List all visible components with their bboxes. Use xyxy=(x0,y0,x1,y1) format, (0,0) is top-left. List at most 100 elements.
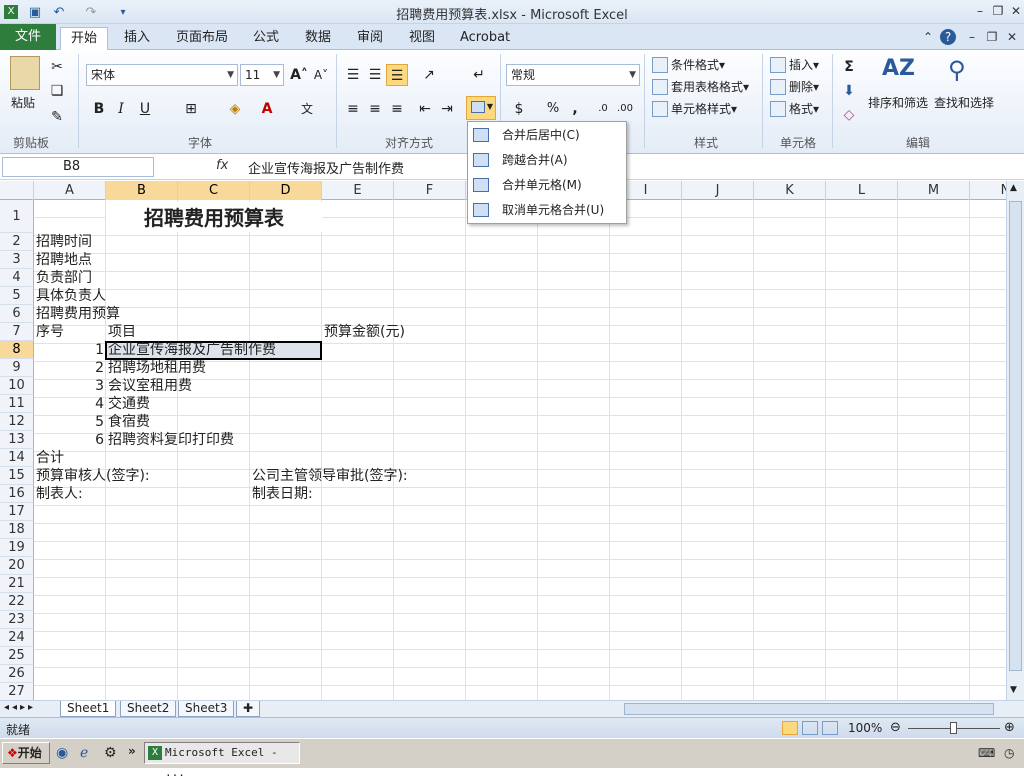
vertical-scrollbar[interactable]: ▲ ▼ xyxy=(1006,181,1024,700)
column-header-f[interactable]: F xyxy=(394,181,466,200)
conditional-format-button[interactable]: 条件格式 ▾ xyxy=(652,56,725,73)
row-header-5[interactable]: 5 xyxy=(0,287,34,305)
row-header-3[interactable]: 3 xyxy=(0,251,34,269)
item-name[interactable]: 交通费 xyxy=(108,395,150,413)
italic-button[interactable]: I xyxy=(110,98,132,120)
menu-merge-across[interactable]: 跨越合并(A) xyxy=(468,148,626,173)
bold-button[interactable]: B xyxy=(88,98,110,120)
find-select-button[interactable]: 查找和选择 xyxy=(934,94,994,111)
item-name[interactable]: 会议室租用费 xyxy=(108,377,192,395)
zoom-in-icon[interactable]: ⊕ xyxy=(1004,720,1015,735)
menu-merge-center[interactable]: 合并后居中(C) xyxy=(468,123,626,148)
column-header-e[interactable]: E xyxy=(322,181,394,200)
taskbar-excel-button[interactable]: X Microsoft Excel - ... xyxy=(144,742,300,779)
column-header-d[interactable]: D xyxy=(250,181,322,200)
tab-acrobat[interactable]: Acrobat xyxy=(450,27,520,50)
select-all-corner[interactable] xyxy=(0,181,34,200)
page-layout-icon[interactable] xyxy=(802,721,818,735)
column-header-c[interactable]: C xyxy=(178,181,250,200)
zoom-out-icon[interactable]: ⊖ xyxy=(890,720,901,735)
sort-filter-button[interactable]: 排序和筛选 xyxy=(868,94,928,111)
restore-icon[interactable]: ❐ xyxy=(990,3,1006,19)
normal-view-icon[interactable] xyxy=(782,721,798,735)
sheet-nav-icon[interactable]: ◂◂▸▸ xyxy=(4,702,36,713)
grow-font-icon[interactable]: A˄ xyxy=(288,64,310,86)
shrink-font-icon[interactable]: A˅ xyxy=(310,64,332,86)
row-header-8[interactable]: 8 xyxy=(0,341,34,359)
cell-styles-button[interactable]: 单元格样式 ▾ xyxy=(652,100,737,117)
ie-icon[interactable]: ℯ xyxy=(80,745,88,761)
delete-cells-button[interactable]: 删除 ▾ xyxy=(770,78,819,95)
cell-a7[interactable]: 序号 xyxy=(36,323,64,341)
row-header-7[interactable]: 7 xyxy=(0,323,34,341)
align-middle-icon[interactable]: ☰ xyxy=(364,64,386,86)
format-painter-icon[interactable]: ✎ xyxy=(46,106,68,128)
cell-a3[interactable]: 招聘地点 xyxy=(36,251,92,269)
copy-icon[interactable]: ❏ xyxy=(46,80,68,102)
quicklaunch-icon[interactable]: ◉ xyxy=(56,745,68,761)
borders-icon[interactable]: ⊞ xyxy=(180,98,202,120)
row-header-20[interactable]: 20 xyxy=(0,557,34,575)
cell-a5[interactable]: 具体负责人 xyxy=(36,287,106,305)
sheet-tab-3[interactable]: Sheet3 xyxy=(178,701,235,717)
orientation-icon[interactable]: ↗ xyxy=(418,64,440,86)
row-header-2[interactable]: 2 xyxy=(0,233,34,251)
tab-insert[interactable]: 插入 xyxy=(114,27,160,50)
tab-page-layout[interactable]: 页面布局 xyxy=(166,27,238,50)
cell-e7[interactable]: 预算金额(元) xyxy=(324,323,405,341)
cell-a15[interactable]: 预算审核人(签字): xyxy=(36,467,150,485)
zoom-level[interactable]: 100% xyxy=(848,721,882,735)
help-icon[interactable]: ? xyxy=(940,29,956,45)
clock-icon[interactable]: ◷ xyxy=(1004,746,1014,760)
sheet-tab-1[interactable]: Sheet1 xyxy=(60,701,117,717)
row-header-1[interactable]: 1 xyxy=(0,200,34,233)
cut-icon[interactable]: ✂ xyxy=(46,56,68,78)
row-header-27[interactable]: 27 xyxy=(0,683,34,701)
menu-unmerge-cells[interactable]: 取消单元格合并(U) xyxy=(468,198,626,223)
accounting-format-icon[interactable]: $ xyxy=(508,98,530,120)
column-header-k[interactable]: K xyxy=(754,181,826,200)
column-header-b[interactable]: B xyxy=(106,181,178,200)
decrease-decimal-icon[interactable]: .00 xyxy=(614,98,636,120)
cell-a14[interactable]: 合计 xyxy=(36,449,64,467)
tab-view[interactable]: 视图 xyxy=(399,27,445,50)
align-top-icon[interactable]: ☰ xyxy=(342,64,364,86)
column-header-j[interactable]: J xyxy=(682,181,754,200)
item-number[interactable]: 1 xyxy=(34,341,104,359)
keyboard-icon[interactable]: ⌨ xyxy=(978,746,995,760)
sheet-title[interactable]: 招聘费用预算表 xyxy=(106,202,322,232)
paste-icon[interactable] xyxy=(10,56,40,90)
doc-close-icon[interactable]: ✕ xyxy=(1004,29,1020,45)
number-format-select[interactable]: 常规 ▼ xyxy=(506,64,640,86)
row-header-24[interactable]: 24 xyxy=(0,629,34,647)
row-header-11[interactable]: 11 xyxy=(0,395,34,413)
formula-input[interactable]: 企业宣传海报及广告制作费 xyxy=(248,158,404,177)
merge-center-button[interactable]: ▼ xyxy=(466,96,496,120)
row-header-22[interactable]: 22 xyxy=(0,593,34,611)
row-header-10[interactable]: 10 xyxy=(0,377,34,395)
horizontal-scrollbar[interactable] xyxy=(624,703,994,715)
item-name[interactable]: 招聘资料复印打印费 xyxy=(108,431,234,449)
scroll-thumb[interactable] xyxy=(1009,201,1022,671)
name-box[interactable]: B8 xyxy=(2,157,154,177)
font-name-select[interactable]: 宋体 ▼ xyxy=(86,64,238,86)
tab-data[interactable]: 数据 xyxy=(295,27,341,50)
increase-decimal-icon[interactable]: .0 xyxy=(592,98,614,120)
row-header-13[interactable]: 13 xyxy=(0,431,34,449)
format-as-table-button[interactable]: 套用表格格式 ▾ xyxy=(652,78,749,95)
row-header-21[interactable]: 21 xyxy=(0,575,34,593)
percent-button[interactable]: % xyxy=(542,98,564,120)
cell-a6[interactable]: 招聘费用预算 xyxy=(36,305,120,323)
item-number[interactable]: 6 xyxy=(34,431,104,449)
tab-formulas[interactable]: 公式 xyxy=(243,27,289,50)
row-header-6[interactable]: 6 xyxy=(0,305,34,323)
sheet-tab-2[interactable]: Sheet2 xyxy=(120,701,177,717)
item-name[interactable]: 食宿费 xyxy=(108,413,150,431)
clear-icon[interactable]: ◇ xyxy=(838,104,860,126)
fill-icon[interactable]: ⬇ xyxy=(838,80,860,102)
font-color-icon[interactable]: A xyxy=(256,98,278,120)
increase-indent-icon[interactable]: ⇥ xyxy=(436,98,458,120)
close-icon[interactable]: ✕ xyxy=(1008,3,1024,19)
row-header-25[interactable]: 25 xyxy=(0,647,34,665)
align-center-icon[interactable]: ≡ xyxy=(364,98,386,120)
